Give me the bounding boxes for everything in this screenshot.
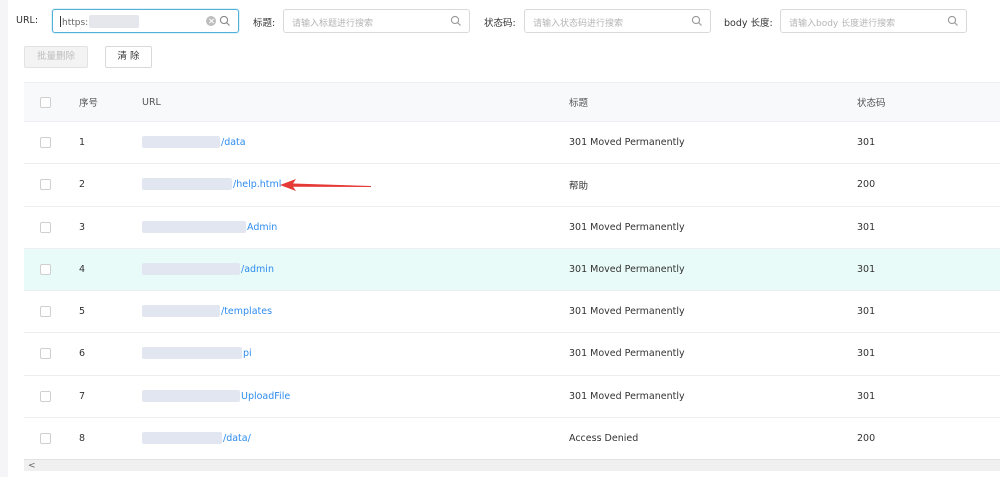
title-search-placeholder: 请输入标题进行搜索 (292, 19, 374, 29)
url-link[interactable]: Admin (247, 222, 277, 233)
redacted-url (142, 136, 220, 148)
url-filter-label: URL: (16, 15, 39, 26)
url-link[interactable]: /help.html (233, 179, 281, 190)
row-title: 301 Moved Permanently (569, 221, 685, 233)
main-panel: URL: https: 标题: 请输入标题进行搜索 状态码: 请输入状态码进行搜… (8, 0, 1000, 477)
redacted-url (142, 389, 240, 402)
row-status: 200 (857, 179, 876, 191)
row-status: 301 (857, 306, 876, 318)
row-checkbox[interactable] (40, 221, 51, 233)
scroll-left-arrow[interactable]: < (28, 461, 36, 471)
url-link[interactable]: /data (221, 137, 246, 148)
table-row[interactable]: 1 /data 301 Moved Permanently 301 (24, 122, 1000, 165)
url-link[interactable]: /templates (221, 306, 272, 317)
row-title: 301 Moved Permanently (569, 348, 685, 360)
row-checkbox[interactable] (40, 306, 51, 318)
redacted-url (142, 347, 242, 360)
row-index: 6 (79, 348, 86, 360)
row-index: 8 (79, 432, 86, 444)
select-all-checkbox[interactable] (40, 96, 51, 108)
table-row[interactable]: 5 /templates 301 Moved Permanently 301 (24, 291, 1000, 334)
row-index: 2 (79, 179, 86, 191)
status-search-input[interactable]: 请输入状态码进行搜索 (524, 9, 711, 33)
horizontal-scrollbar[interactable]: < (24, 459, 1000, 471)
table-row[interactable]: 6 pi 301 Moved Permanently 301 (24, 333, 1000, 376)
url-link[interactable]: UploadFile (241, 391, 290, 402)
row-checkbox[interactable] (40, 432, 51, 444)
row-index: 7 (79, 390, 86, 402)
search-icon[interactable] (947, 15, 959, 27)
text-caret (60, 16, 61, 27)
header-status[interactable]: 状态码 (857, 83, 886, 121)
redacted-url (142, 431, 222, 444)
url-input-value: https: (62, 18, 89, 28)
search-icon[interactable] (219, 15, 231, 27)
row-status: 200 (857, 432, 876, 444)
row-checkbox[interactable] (40, 390, 51, 402)
url-link[interactable]: /admin (241, 264, 274, 275)
results-table: 序号 URL 标题 状态码 1 /data 301 Moved Permanen… (24, 82, 1000, 460)
redacted-url (142, 262, 240, 275)
title-search-input[interactable]: 请输入标题进行搜索 (283, 9, 470, 33)
row-status: 301 (857, 221, 876, 233)
row-index: 3 (79, 221, 86, 233)
row-title: 帮助 (569, 180, 589, 192)
row-status: 301 (857, 263, 876, 275)
header-url: URL (142, 96, 161, 108)
url-link[interactable]: pi (243, 348, 252, 359)
redacted-url (142, 178, 232, 191)
redacted-url-text (89, 15, 139, 28)
table-row[interactable]: 8 /data/ Access Denied 200 (24, 418, 1000, 460)
clear-button[interactable]: 清 除 (105, 46, 152, 68)
title-filter-label: 标题: (253, 18, 276, 29)
status-search-placeholder: 请输入状态码进行搜索 (533, 19, 624, 29)
url-link[interactable]: /data/ (223, 433, 251, 444)
row-index: 5 (79, 306, 86, 318)
url-search-input[interactable]: https: (52, 9, 239, 33)
search-icon[interactable] (450, 15, 462, 27)
row-status: 301 (857, 390, 876, 402)
redacted-url (142, 220, 246, 233)
table-header: 序号 URL 标题 状态码 (24, 83, 1000, 122)
body-length-search-input[interactable]: 请输入body 长度进行搜索 (780, 9, 967, 33)
table-row-hovered[interactable]: 4 /admin 301 Moved Permanently 301 (24, 248, 1000, 291)
row-title: 301 Moved Permanently (569, 306, 685, 318)
header-title: 标题 (569, 98, 589, 109)
table-row[interactable]: 7 UploadFile 301 Moved Permanently 301 (24, 376, 1000, 418)
clear-input-icon[interactable] (206, 16, 216, 26)
row-index: 1 (79, 137, 86, 149)
row-checkbox[interactable] (40, 137, 51, 149)
header-index: 序号 (79, 98, 99, 109)
row-title: 301 Moved Permanently (569, 390, 685, 402)
redacted-url (142, 305, 220, 317)
row-status: 301 (857, 137, 876, 149)
row-status: 301 (857, 348, 876, 360)
table-row[interactable]: 3 Admin 301 Moved Permanently 301 (24, 207, 1000, 249)
row-checkbox[interactable] (40, 348, 51, 360)
batch-delete-button[interactable]: 批量删除 (24, 46, 88, 68)
row-index: 4 (79, 263, 86, 275)
annotation-arrow-icon (280, 179, 371, 191)
row-title: 301 Moved Permanently (569, 263, 685, 275)
body-length-search-placeholder: 请输入body 长度进行搜索 (789, 19, 896, 29)
body-length-filter-label: body 长度: (724, 18, 773, 29)
search-icon[interactable] (691, 15, 703, 27)
table-row[interactable]: 2 /help.html 帮助 200 (24, 164, 1000, 207)
status-filter-label: 状态码: (484, 18, 516, 29)
row-checkbox[interactable] (40, 179, 51, 191)
row-title: 301 Moved Permanently (569, 137, 685, 149)
row-title: Access Denied (569, 432, 639, 444)
row-checkbox[interactable] (40, 263, 51, 275)
filter-bar: URL: https: 标题: 请输入标题进行搜索 状态码: 请输入状态码进行搜… (8, 9, 1000, 35)
